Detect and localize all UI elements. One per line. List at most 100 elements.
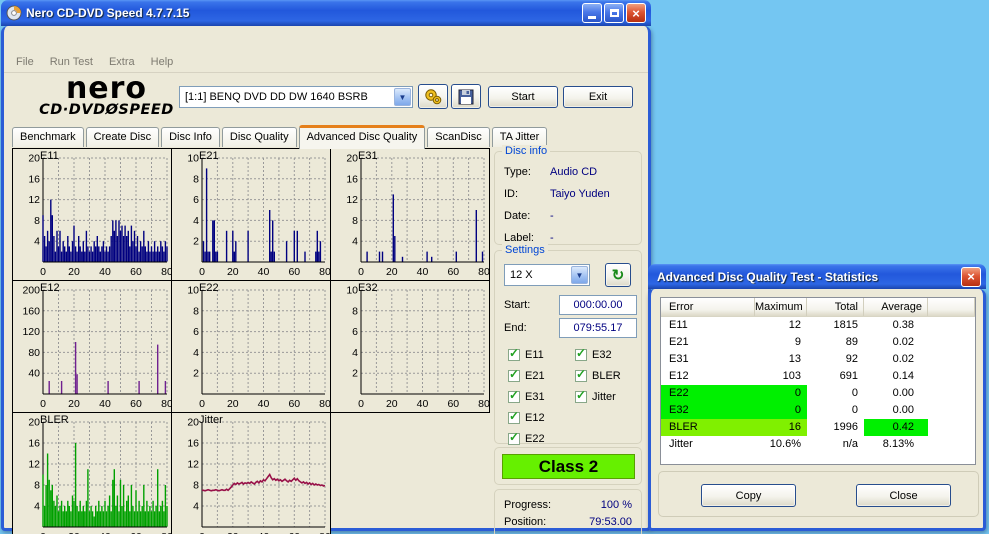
copy-button[interactable]: Copy (701, 484, 796, 507)
checkbox-box[interactable]: ✓ (575, 391, 587, 403)
tab-disc-quality[interactable]: Disc Quality (222, 127, 297, 147)
chevron-down-icon[interactable]: ▼ (394, 88, 411, 106)
stats-cell-error: BLER (661, 419, 755, 436)
tab-scandisc[interactable]: ScanDisc (427, 127, 489, 147)
checkbox-box[interactable]: ✓ (508, 349, 520, 361)
checkbox-box[interactable]: ✓ (575, 370, 587, 382)
svg-text:10: 10 (187, 285, 199, 297)
chart-title: E32 (358, 282, 378, 294)
stats-row-bler[interactable]: BLER1619960.42 (661, 419, 975, 436)
stats-listview: ErrorMaximumTotalAverage E111218150.38E2… (660, 297, 976, 465)
svg-text:10: 10 (187, 153, 199, 165)
check-icon: ✓ (509, 367, 519, 381)
speed-select[interactable]: 12 X ▼ (504, 264, 590, 286)
stats-row-e31[interactable]: E3113920.02 (661, 351, 975, 368)
start-time-field[interactable]: 000:00.00 (559, 295, 637, 315)
settings-panel: Settings 12 X ▼ ↻ Start: 000:00.00 End: … (494, 250, 642, 444)
stats-cell-total: 92 (807, 351, 864, 368)
stats-col-error[interactable]: Error (661, 298, 755, 316)
menu-file[interactable]: File (8, 52, 42, 72)
end-time-field[interactable]: 079:55.17 (559, 318, 637, 338)
svg-text:4: 4 (352, 236, 358, 248)
exit-button[interactable]: Exit (563, 86, 633, 108)
tab-advanced-disc-quality[interactable]: Advanced Disc Quality (299, 125, 426, 149)
stats-col-average[interactable]: Average (864, 298, 928, 316)
menu-extra[interactable]: Extra (101, 52, 143, 72)
refresh-icon: ↻ (612, 266, 625, 284)
menu-run-test[interactable]: Run Test (42, 52, 101, 72)
stats-row-e32[interactable]: E32000.00 (661, 402, 975, 419)
checkbox-box[interactable]: ✓ (508, 391, 520, 403)
tab-create-disc[interactable]: Create Disc (86, 127, 159, 147)
tab-benchmark[interactable]: Benchmark (12, 127, 84, 147)
checkbox-e22[interactable]: ✓E22 (508, 428, 545, 449)
nero-logo: nero CD·DVDØSPEED (34, 76, 179, 118)
stats-close-icon-button[interactable]: × (961, 267, 981, 287)
svg-text:40: 40 (258, 398, 270, 410)
stats-row-e21[interactable]: E219890.02 (661, 334, 975, 351)
checkbox-e12[interactable]: ✓E12 (508, 407, 545, 428)
minimize-button[interactable] (582, 3, 602, 23)
checkbox-e21[interactable]: ✓ E21 (508, 365, 545, 386)
checkbox-box[interactable]: ✓ (508, 370, 520, 382)
main-titlebar[interactable]: Nero CD-DVD Speed 4.7.7.15 × (1, 0, 651, 26)
chevron-down-icon[interactable]: ▼ (571, 266, 588, 284)
checkbox-box[interactable]: ✓ (508, 433, 520, 445)
stats-cell-error: E21 (661, 334, 755, 351)
svg-text:16: 16 (187, 438, 199, 450)
checkbox-bler[interactable]: ✓BLER (575, 365, 621, 386)
start-button[interactable]: Start (488, 86, 558, 108)
stats-cell-total: 1815 (807, 317, 864, 334)
class-panel: Class 2 (494, 447, 642, 485)
tab-disc-info[interactable]: Disc Info (161, 127, 220, 147)
svg-text:12: 12 (28, 459, 40, 471)
stats-row-jitter[interactable]: Jitter10.6%n/a8.13% (661, 436, 975, 453)
svg-text:2: 2 (193, 236, 199, 248)
checkbox-e31[interactable]: ✓E31 (508, 386, 545, 407)
disc-info-label: Type: (504, 166, 531, 178)
disc-info-caption: Disc info (502, 145, 550, 157)
checkbox-jitter[interactable]: ✓Jitter (575, 386, 621, 407)
settings-caption: Settings (502, 244, 548, 256)
svg-text:60: 60 (288, 266, 300, 278)
svg-text:20: 20 (346, 153, 358, 165)
svg-text:120: 120 (22, 326, 40, 338)
svg-text:10: 10 (346, 285, 358, 297)
start-button-label: Start (511, 91, 534, 103)
stats-cell-error: E22 (661, 385, 755, 402)
desktop: Nero CD-DVD Speed 4.7.7.15 × FileRun Tes… (0, 0, 989, 534)
checkbox-e32[interactable]: ✓E32 (575, 344, 621, 365)
save-button[interactable] (451, 84, 481, 109)
checkbox-box[interactable]: ✓ (508, 412, 520, 424)
stats-row-e12[interactable]: E121036910.14 (661, 368, 975, 385)
checkbox-label: E21 (525, 370, 545, 382)
svg-text:12: 12 (28, 194, 40, 206)
stats-col-maximum[interactable]: Maximum (755, 298, 807, 316)
stats-col-total[interactable]: Total (807, 298, 864, 316)
stats-cell-average: 0.38 (864, 317, 928, 334)
svg-text:4: 4 (193, 215, 199, 227)
stats-cell-total: 89 (807, 334, 864, 351)
stats-cell-error: E12 (661, 368, 755, 385)
stats-dialog-title: Advanced Disc Quality Test - Statistics (657, 270, 959, 284)
checkbox-box[interactable]: ✓ (575, 349, 587, 361)
refresh-button[interactable]: ↻ (605, 263, 631, 287)
checkbox-e11[interactable]: ✓E11 (508, 344, 545, 365)
chart-e12: 4080120160200020406080E12 (12, 280, 173, 413)
close-button[interactable]: Close (856, 484, 951, 507)
check-icon: ✓ (509, 430, 519, 444)
checkbox-column-left: ✓E11✓E21✓E31✓E12✓E22 (508, 344, 545, 449)
svg-text:8: 8 (193, 480, 199, 492)
maximize-button[interactable] (604, 3, 624, 23)
options-button[interactable] (418, 84, 448, 109)
svg-text:8: 8 (352, 305, 358, 317)
stats-row-e11[interactable]: E111218150.38 (661, 317, 975, 334)
svg-text:6: 6 (352, 326, 358, 338)
close-button[interactable]: × (626, 3, 646, 23)
tab-ta-jitter[interactable]: TA Jitter (492, 127, 548, 147)
stats-row-e22[interactable]: E22000.00 (661, 385, 975, 402)
stats-dialog-titlebar[interactable]: Advanced Disc Quality Test - Statistics … (648, 264, 986, 289)
menu-help[interactable]: Help (143, 52, 182, 72)
drive-select[interactable]: [1:1] BENQ DVD DD DW 1640 BSRB ▼ (179, 86, 413, 108)
stats-cell-maximum: 103 (755, 368, 807, 385)
